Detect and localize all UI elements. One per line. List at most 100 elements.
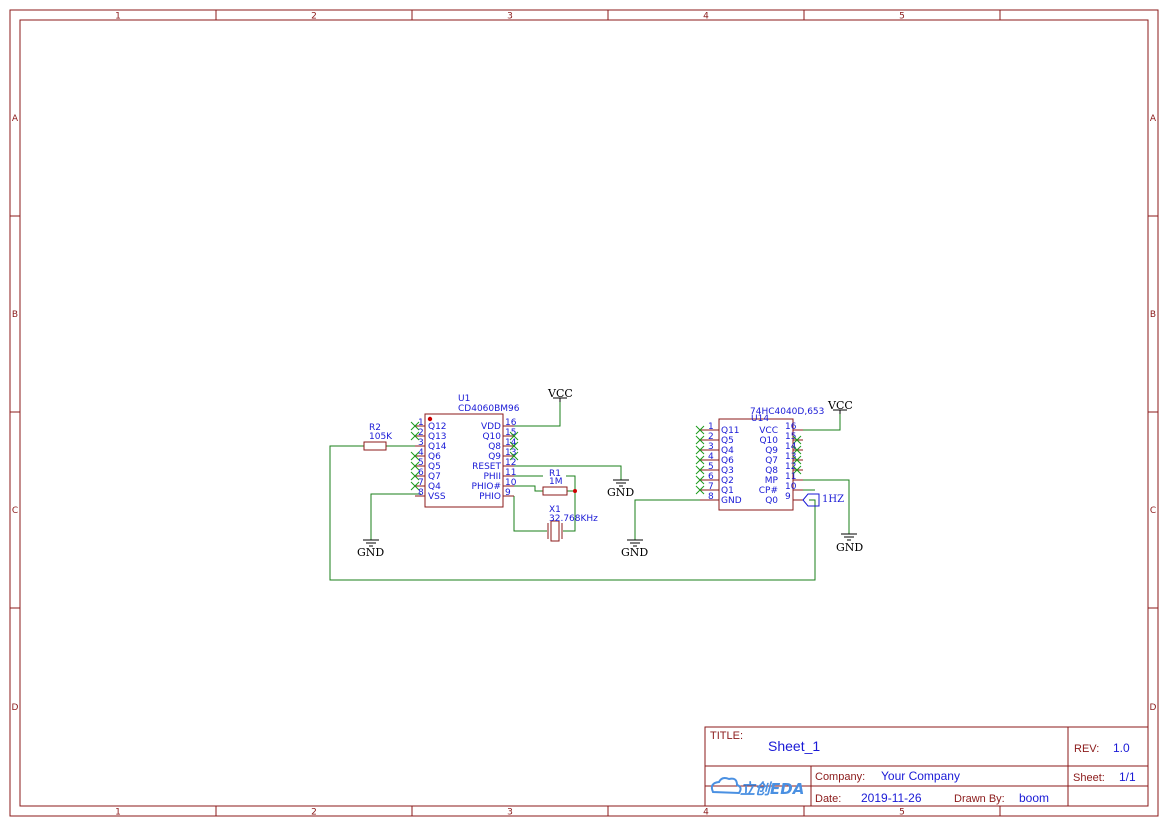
u1-pin-number: 12	[505, 458, 516, 468]
u1-cd4060[interactable]: U1 CD4060BM96 1 Q122 Q133 Q144 Q65 Q56 Q77 Q48 V…	[410, 394, 520, 508]
col-label-bottom: 2	[311, 808, 317, 818]
row-label-left: C	[12, 506, 18, 516]
u14-pin-name: Q10	[759, 436, 778, 446]
u1-pin-number: 16	[505, 418, 517, 428]
u14-pin-name: Q9	[765, 446, 778, 456]
u14-pin-name: Q11	[721, 426, 740, 436]
u1-pin-number: 7	[418, 478, 424, 488]
col-label-bottom: 1	[115, 808, 121, 818]
u14-pin-number: 4	[708, 452, 714, 462]
row-label-left: D	[12, 703, 19, 713]
u1-part: CD4060BM96	[458, 404, 520, 414]
u1-pin-name: Q9	[488, 452, 501, 462]
u1-pin-name: Q6	[428, 452, 441, 462]
col-label-bottom: 4	[703, 808, 709, 818]
u1-pin-number: 6	[418, 468, 424, 478]
u1-designator: U1	[458, 394, 470, 404]
rev-value: 1.0	[1113, 741, 1130, 755]
x1-value: 32.768KHz	[549, 514, 598, 524]
u14-pin-name: Q8	[765, 466, 778, 476]
u14-pin-number: 14	[785, 442, 797, 452]
u14-pin-name: GND	[721, 496, 742, 506]
u14-74hc4040[interactable]: 74HC4040D,653 U14 1 Q112 Q53 Q44 Q65 Q36 Q27 Q1…	[695, 407, 824, 511]
u1-pin-name: VDD	[481, 422, 501, 432]
row-label-right: D	[1150, 703, 1157, 713]
gnd-symbol-4: GND	[836, 533, 863, 554]
lceda-logo: 立创EDA	[710, 777, 804, 798]
u1-pin-name: Q13	[428, 432, 447, 442]
vcc-label-1: VCC	[547, 387, 573, 400]
u1-pin-name: PHII	[483, 472, 501, 482]
junction-dot	[573, 489, 577, 493]
u1-pin-number: 2	[418, 428, 424, 438]
col-label-top: 5	[899, 12, 905, 22]
company-caption: Company:	[815, 771, 865, 783]
u1-pin-name: PHIO#	[472, 482, 501, 492]
u1-pin-number: 5	[418, 458, 424, 468]
r1-value: 1M	[549, 477, 563, 487]
u14-pin-number: 12	[785, 462, 796, 472]
u14-pin-name: Q4	[721, 446, 734, 456]
u1-pin-name: VSS	[428, 492, 446, 502]
u14-pin-name: Q5	[721, 436, 734, 446]
gnd-label-3: GND	[621, 546, 648, 559]
row-label-left: A	[12, 114, 19, 124]
schematic-sheet: 1122334455 A AB BC CD D TITLE: Sheet_1 REV: …	[9, 9, 1159, 818]
gnd-symbol-3: GND	[621, 539, 648, 559]
u1-pin-name: Q14	[428, 442, 447, 452]
vcc-symbol-1: VCC	[547, 387, 573, 402]
u1-pin-name: PHIO	[479, 492, 501, 502]
col-label-top: 1	[115, 12, 121, 22]
u1-pin-number: 1	[418, 418, 424, 428]
u14-pin-number: 16	[785, 422, 797, 432]
u14-pin-name: Q1	[721, 486, 734, 496]
col-label-top: 2	[311, 12, 317, 22]
u1-pin-number: 10	[505, 478, 517, 488]
row-label-right: C	[1150, 506, 1156, 516]
gnd-label-1: GND	[607, 486, 634, 499]
sheet-value: 1/1	[1119, 770, 1136, 784]
u14-pin-name: Q3	[721, 466, 734, 476]
u1-pin-name: Q8	[488, 442, 501, 452]
u14-pin-name: Q6	[721, 456, 734, 466]
u1-pin-number: 3	[418, 438, 424, 448]
u1-pin-number: 4	[418, 448, 424, 458]
rev-caption: REV:	[1074, 743, 1099, 755]
u1-pin-name: Q4	[428, 482, 441, 492]
company-value: Your Company	[881, 769, 960, 783]
u1-pin-name: Q12	[428, 422, 447, 432]
gnd-label-4: GND	[836, 541, 863, 554]
col-label-top: 3	[507, 12, 513, 22]
sheet-frame: 1122334455 A AB BC CD D	[9, 9, 1159, 818]
vcc-symbol-2: VCC	[827, 399, 853, 414]
u1-pin-number: 8	[418, 488, 424, 498]
date-value: 2019-11-26	[861, 791, 922, 805]
vcc-label-2: VCC	[827, 399, 853, 412]
u14-pin-number: 3	[708, 442, 714, 452]
u14-pin-number: 9	[785, 492, 791, 502]
u1-pin-name: Q7	[428, 472, 441, 482]
u1-pin-number: 11	[505, 468, 516, 478]
col-label-bottom: 5	[899, 808, 905, 818]
drawn-by-value: boom	[1019, 791, 1049, 805]
row-label-right: A	[1150, 114, 1157, 124]
row-label-right: B	[1150, 310, 1156, 320]
title-value: Sheet_1	[768, 738, 820, 754]
u14-pin-name: VCC	[759, 426, 778, 436]
pin1-marker	[427, 416, 433, 422]
title-block: TITLE: Sheet_1 REV: 1.0 Company: Your Co…	[704, 726, 1149, 807]
u14-pin-number: 10	[785, 482, 797, 492]
crystal-x1[interactable]: X1 32.768KHz	[547, 505, 598, 542]
port-label: 1HZ	[822, 494, 844, 505]
u14-pin-name: Q7	[765, 456, 778, 466]
u14-pin-number: 5	[708, 462, 714, 472]
r2-value: 105K	[369, 432, 393, 442]
gnd-symbol-1: GND	[607, 479, 634, 499]
col-label-top: 4	[703, 12, 709, 22]
u14-pin-number: 1	[708, 422, 714, 432]
u14-pin-number: 6	[708, 472, 714, 482]
u1-pin-name: RESET	[472, 462, 501, 472]
sheet-caption: Sheet:	[1073, 772, 1105, 784]
drawn-by-caption: Drawn By:	[954, 793, 1005, 805]
u14-pin-number: 11	[785, 472, 796, 482]
